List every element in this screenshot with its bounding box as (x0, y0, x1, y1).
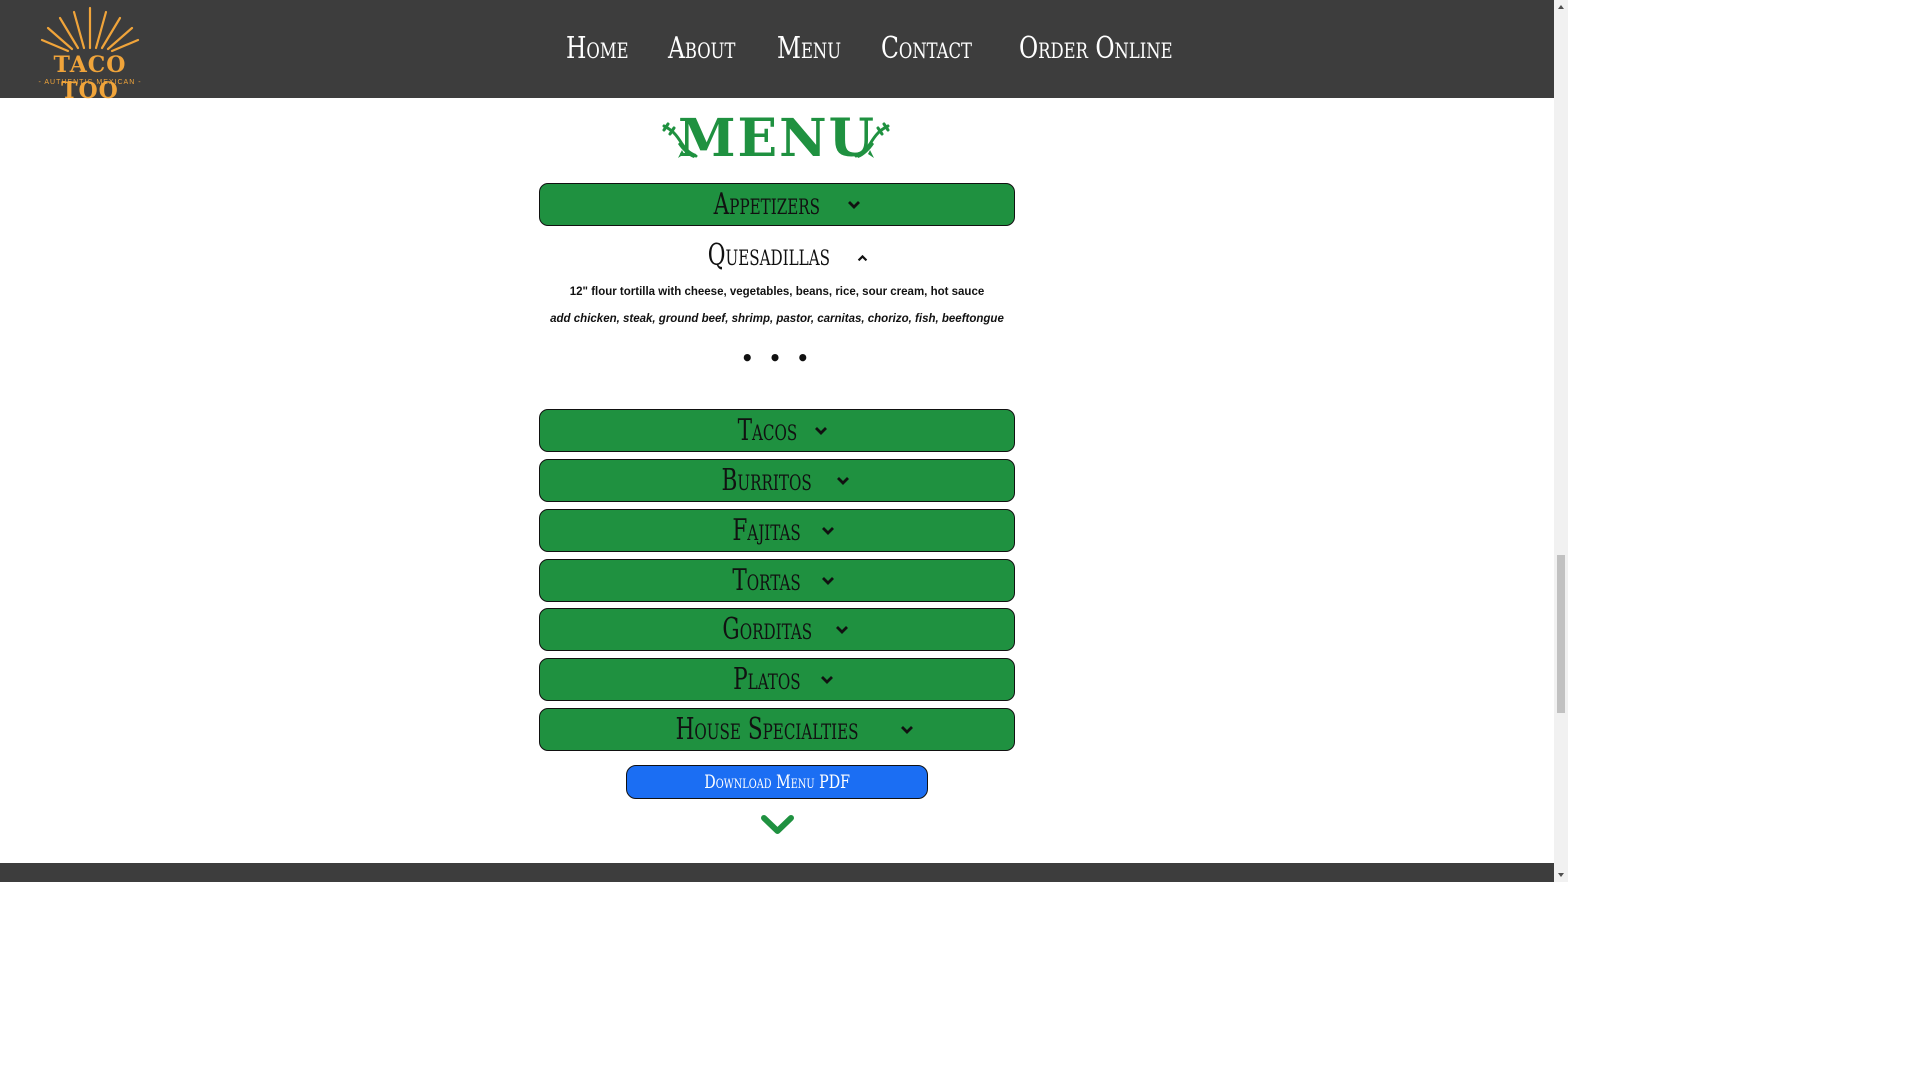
scroll-down-arrow-icon[interactable] (1557, 871, 1565, 879)
nav-about[interactable]: About (668, 26, 735, 72)
section-header: House Specialties (540, 709, 1014, 750)
chevron-down-icon (836, 476, 849, 485)
section-burritos-button[interactable]: Burritos (539, 459, 1015, 502)
section-quesadillas-button[interactable]: Quesadillas (539, 234, 1013, 276)
section-header: Tortas (540, 560, 1014, 601)
quesadilla-description: 12" flour tortilla with cheese, vegetabl… (569, 286, 985, 298)
section-label: Tortas (732, 563, 802, 598)
logo-tagline: - AUTHENTIC MEXICAN - (38, 79, 142, 86)
chevron-down-icon (820, 675, 833, 684)
section-header: Tacos (540, 410, 1014, 451)
scroll-down-chevron-icon[interactable] (760, 813, 795, 837)
section-appetizers-button[interactable]: Appetizers (539, 183, 1015, 226)
scroll-up-arrow-icon[interactable] (1557, 3, 1565, 11)
site-header: TACO TOO - AUTHENTIC MEXICAN - Home Abou… (0, 0, 1554, 104)
nav-home[interactable]: Home (566, 26, 629, 72)
nav-contact[interactable]: Contact (881, 26, 972, 72)
section-header: Gorditas (540, 609, 1014, 650)
section-label: Burritos (721, 463, 813, 498)
more-dots: • • • (740, 346, 814, 370)
chevron-down-icon (821, 576, 834, 585)
scrollbar-thumb[interactable] (1557, 555, 1565, 713)
section-fajitas-button[interactable]: Fajitas (539, 509, 1015, 552)
section-tortas-button[interactable]: Tortas (539, 559, 1015, 602)
nav-order-online[interactable]: Order Online (1019, 26, 1173, 72)
logo-title: TACO TOO (53, 52, 127, 104)
menu-title: MENU (677, 108, 877, 169)
section-label: Fajitas (732, 513, 802, 548)
section-label: Quesadillas (707, 237, 830, 273)
section-label: Tacos (737, 413, 797, 448)
main-nav: Home About Menu Contact Order Online (566, 26, 1198, 72)
section-label: Platos (733, 662, 801, 697)
download-label: Download Menu PDF (704, 771, 850, 793)
taco-too-logo[interactable]: TACO TOO - AUTHENTIC MEXICAN - (24, 4, 156, 104)
section-header: Appetizers (540, 184, 1014, 225)
chevron-down-icon (836, 625, 849, 634)
page-scrollbar[interactable] (1554, 0, 1568, 882)
section-tacos-button[interactable]: Tacos (539, 409, 1015, 452)
nav-menu[interactable]: Menu (777, 26, 841, 72)
site-footer (0, 863, 1554, 882)
section-platos-button[interactable]: Platos (539, 658, 1015, 701)
chevron-down-icon (901, 725, 914, 734)
quesadilla-addons: add chicken, steak, ground beef, shrimp,… (550, 313, 1004, 325)
section-header: Fajitas (540, 510, 1014, 551)
chevron-up-icon (858, 254, 868, 262)
download-label-wrap: Download Menu PDF (627, 766, 927, 798)
section-header: Burritos (540, 460, 1014, 501)
sunburst-icon (40, 6, 140, 53)
section-header: Platos (540, 659, 1014, 700)
section-label: House Specialties (675, 712, 859, 747)
page: TACO TOO - AUTHENTIC MEXICAN - Home Abou… (0, 0, 1568, 882)
section-gorditas-button[interactable]: Gorditas (539, 608, 1015, 651)
chili-pepper-icon (854, 122, 890, 158)
download-menu-pdf-button[interactable]: Download Menu PDF (626, 765, 928, 799)
chevron-down-icon (847, 200, 860, 209)
menu-heading: MENU (0, 110, 1554, 170)
chevron-down-icon (815, 426, 828, 435)
section-label: Appetizers (713, 187, 821, 222)
chevron-down-icon (821, 526, 834, 535)
section-house-specialties-button[interactable]: House Specialties (539, 708, 1015, 751)
section-label: Gorditas (722, 612, 812, 647)
